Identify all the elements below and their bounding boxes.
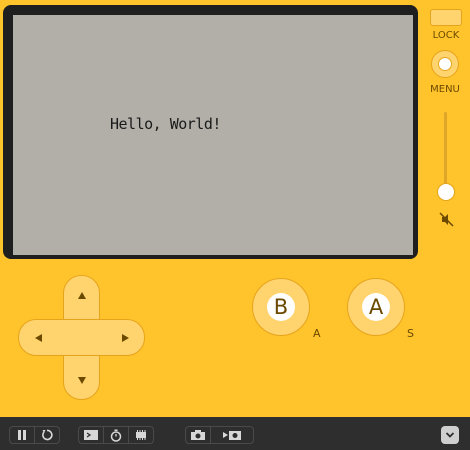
- arrow-up-icon[interactable]: [78, 292, 86, 299]
- volume-slider-track[interactable]: [444, 112, 447, 192]
- stopwatch-button[interactable]: [104, 427, 128, 443]
- toolbar-dropdown-button[interactable]: [441, 426, 459, 444]
- game-screen[interactable]: Hello, World!: [13, 15, 413, 255]
- volume-slider-knob[interactable]: [437, 183, 455, 201]
- capture-group: [185, 426, 254, 444]
- tools-group: [78, 426, 154, 444]
- menu-button-center: [438, 57, 452, 71]
- lock-button[interactable]: [430, 9, 462, 26]
- camera-icon: [191, 430, 205, 440]
- restart-button[interactable]: [35, 427, 59, 443]
- dpad[interactable]: [18, 275, 145, 400]
- arrow-left-icon[interactable]: [35, 334, 42, 342]
- arrow-right-icon[interactable]: [122, 334, 129, 342]
- screen-text: Hello, World!: [110, 115, 221, 133]
- arrow-down-icon[interactable]: [78, 377, 86, 384]
- lock-label: LOCK: [432, 30, 460, 41]
- restart-icon: [42, 429, 53, 441]
- a-button-label: A: [362, 293, 390, 321]
- chevron-down-icon: [445, 432, 455, 438]
- memory-chip-icon: [136, 430, 146, 440]
- video-record-icon: [223, 431, 241, 440]
- screenshot-button[interactable]: [186, 427, 210, 443]
- pause-button[interactable]: [10, 427, 34, 443]
- b-button[interactable]: B: [252, 278, 310, 336]
- memory-button[interactable]: [129, 427, 153, 443]
- speaker-muted-icon[interactable]: [439, 212, 454, 227]
- menu-label: MENU: [430, 84, 460, 95]
- menu-button[interactable]: [431, 50, 459, 78]
- a-button-key-hint: S: [407, 327, 414, 340]
- console-button[interactable]: [79, 427, 103, 443]
- pause-icon: [18, 430, 26, 440]
- b-button-label: B: [267, 293, 295, 321]
- bottom-toolbar: [0, 417, 470, 450]
- stopwatch-icon: [110, 429, 122, 442]
- dpad-center: [64, 320, 99, 355]
- playback-group: [9, 426, 60, 444]
- screen-bezel: Hello, World!: [3, 5, 418, 259]
- record-video-button[interactable]: [211, 427, 253, 443]
- console-icon: [84, 430, 98, 440]
- b-button-key-hint: A: [313, 327, 321, 340]
- a-button[interactable]: A: [347, 278, 405, 336]
